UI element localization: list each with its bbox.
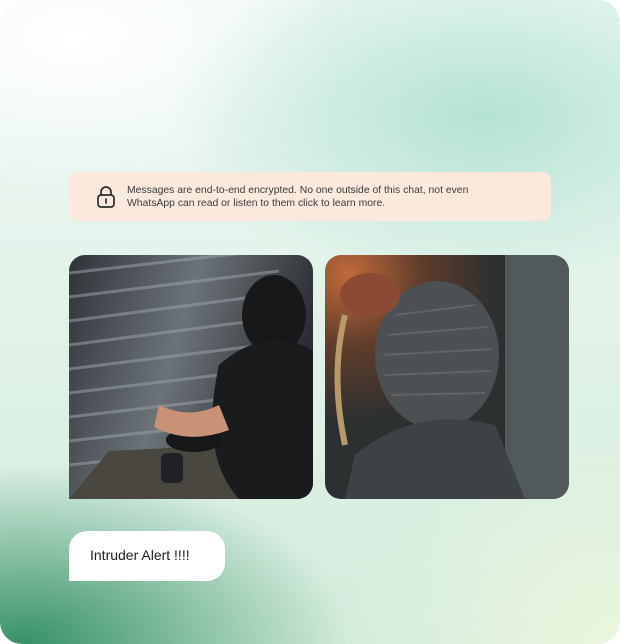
intruder-photo-2[interactable] bbox=[325, 255, 569, 499]
encryption-notice-text: Messages are end-to-end encrypted. No on… bbox=[127, 185, 469, 209]
message-bubble[interactable]: Intruder Alert !!!! bbox=[69, 531, 225, 581]
chat-background: Messages are end-to-end encrypted. No on… bbox=[0, 0, 620, 644]
message-text: Intruder Alert !!!! bbox=[90, 547, 190, 563]
photo-thumbnail bbox=[325, 255, 569, 499]
encryption-notice[interactable]: Messages are end-to-end encrypted. No on… bbox=[69, 172, 551, 221]
intruder-photo-1[interactable] bbox=[69, 255, 313, 499]
photo-thumbnail bbox=[69, 255, 313, 499]
lock-icon bbox=[97, 186, 115, 208]
